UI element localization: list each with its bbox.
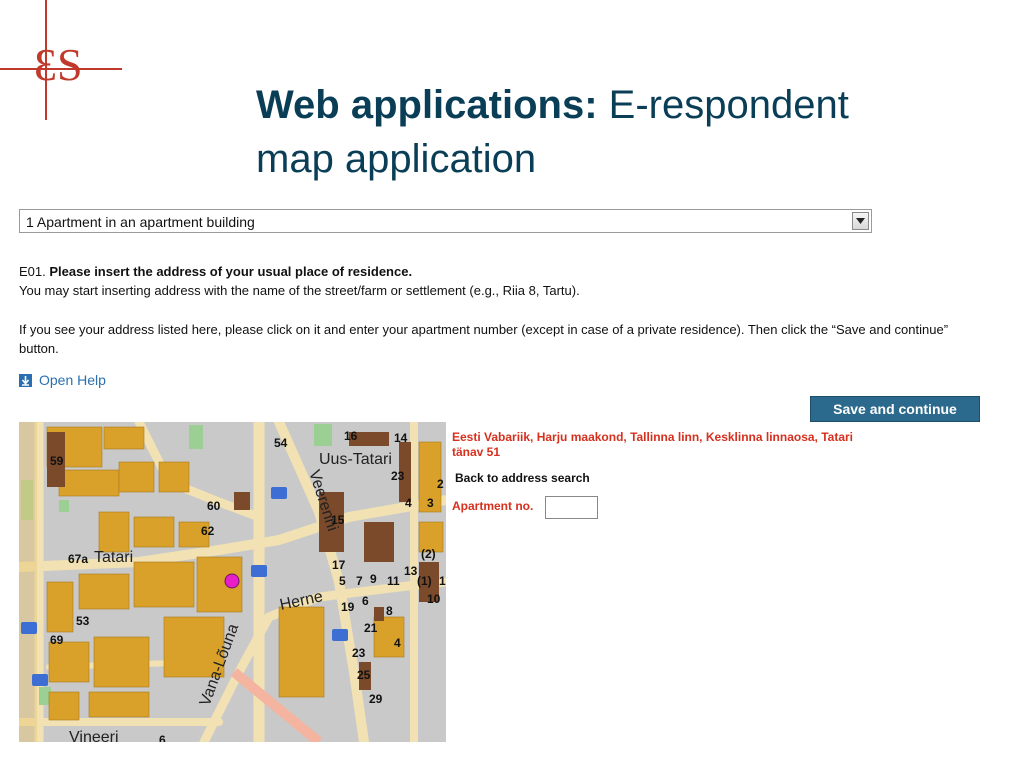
- svg-text:2: 2: [437, 477, 444, 491]
- svg-text:6: 6: [362, 594, 369, 608]
- svg-text:29: 29: [369, 692, 383, 706]
- svg-text:54: 54: [274, 436, 288, 450]
- svg-text:5: 5: [339, 574, 346, 588]
- address-map[interactable]: Uus-Tatari Tatari Herne Vineeri Veerenni…: [19, 422, 446, 742]
- svg-text:16: 16: [344, 429, 358, 443]
- apartment-number-input[interactable]: [545, 496, 598, 519]
- svg-text:59: 59: [50, 454, 64, 468]
- map-canvas[interactable]: Uus-Tatari Tatari Herne Vineeri Veerenni…: [19, 422, 446, 742]
- address-line1: Eesti Vabariik, Harju maakond, Tallinna …: [452, 430, 854, 444]
- svg-text:(2): (2): [421, 547, 436, 561]
- apartment-number-label: Apartment no.: [452, 499, 534, 513]
- svg-text:11: 11: [387, 574, 400, 588]
- svg-text:23: 23: [352, 646, 366, 660]
- svg-text:13: 13: [404, 564, 418, 578]
- svg-text:4: 4: [405, 496, 412, 510]
- svg-text:(1): (1): [417, 574, 432, 588]
- svg-text:69: 69: [50, 633, 64, 647]
- svg-text:15: 15: [331, 513, 345, 527]
- svg-text:8: 8: [386, 604, 393, 618]
- question-code: E01.: [19, 264, 46, 279]
- svg-text:1: 1: [439, 574, 446, 588]
- svg-text:3: 3: [427, 496, 434, 510]
- chevron-down-icon[interactable]: [852, 212, 869, 230]
- title-rest: E-respondent: [597, 83, 849, 127]
- svg-text:19: 19: [341, 600, 355, 614]
- svg-text:Uus-Tatari: Uus-Tatari: [319, 451, 392, 468]
- svg-text:Vineeri: Vineeri: [69, 729, 119, 742]
- svg-text:7: 7: [356, 574, 363, 588]
- selected-address-marker: [224, 573, 240, 589]
- title-bold: Web applications:: [256, 83, 598, 127]
- question-hint: You may start inserting address with the…: [19, 283, 580, 298]
- svg-text:4: 4: [394, 636, 401, 650]
- title-line2: map application: [256, 137, 537, 181]
- svg-text:62: 62: [201, 524, 215, 538]
- open-help-label: Open Help: [39, 372, 106, 388]
- svg-text:60: 60: [207, 499, 221, 513]
- open-help-link[interactable]: Open Help: [19, 372, 106, 388]
- svg-text:21: 21: [364, 621, 378, 635]
- svg-text:10: 10: [427, 592, 441, 606]
- save-and-continue-button[interactable]: Save and continue: [810, 396, 980, 422]
- page-title: Web applications: E-respondent map appli…: [256, 78, 976, 186]
- question-block: E01. Please insert the address of your u…: [19, 262, 979, 300]
- select-value: 1 Apartment in an apartment building: [26, 214, 255, 230]
- svg-text:ƐS: ƐS: [34, 39, 83, 90]
- svg-text:25: 25: [357, 668, 371, 682]
- svg-text:23: 23: [391, 469, 405, 483]
- download-arrow-icon: [19, 373, 32, 387]
- back-to-address-search-link[interactable]: Back to address search: [455, 471, 590, 485]
- svg-text:6: 6: [159, 733, 166, 742]
- svg-text:9: 9: [370, 572, 377, 586]
- question-instruction: If you see your address listed here, ple…: [19, 322, 949, 356]
- svg-text:53: 53: [76, 614, 90, 628]
- svg-text:Tatari: Tatari: [94, 549, 133, 566]
- question-prompt: Please insert the address of your usual …: [49, 264, 413, 279]
- dwelling-type-select[interactable]: 1 Apartment in an apartment building: [19, 209, 872, 233]
- es-logo-icon: ƐS: [0, 0, 122, 120]
- svg-text:17: 17: [332, 558, 346, 572]
- svg-text:14: 14: [394, 431, 408, 445]
- svg-text:67a: 67a: [68, 552, 88, 566]
- selected-address: Eesti Vabariik, Harju maakond, Tallinna …: [452, 430, 882, 460]
- address-line2: tänav 51: [452, 445, 501, 459]
